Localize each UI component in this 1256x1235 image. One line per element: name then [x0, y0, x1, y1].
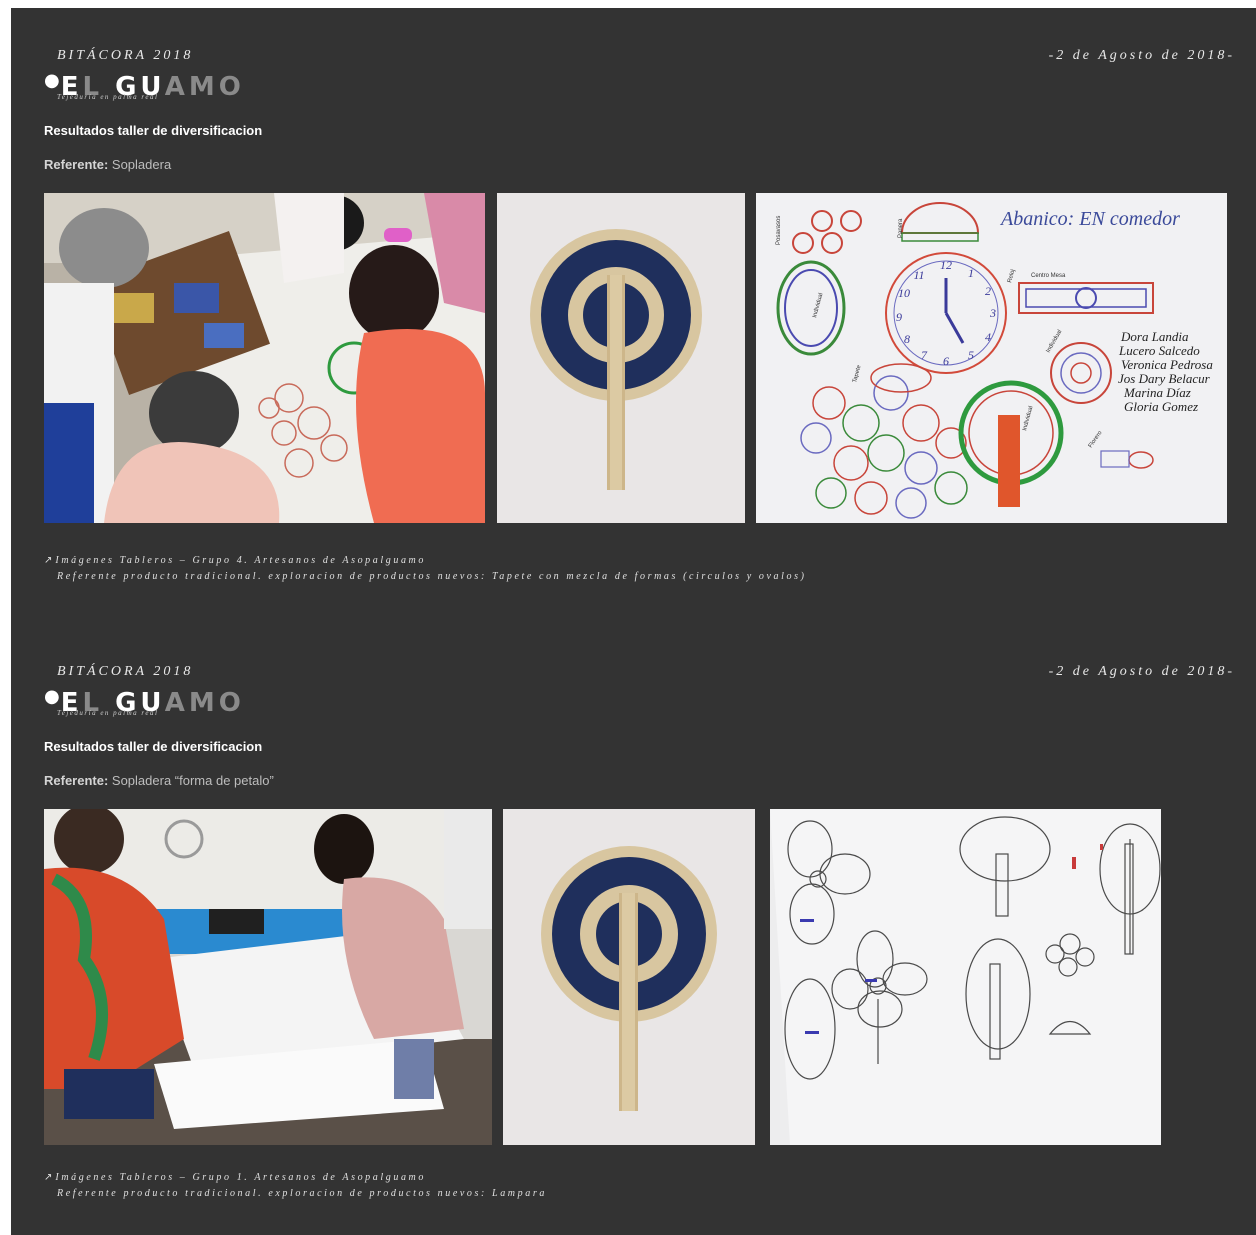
- logo-tagline: Tejeduría en palma real: [57, 709, 159, 717]
- photo-caption: ↗ Imágenes Tableros – Grupo 1. Artesanos …: [44, 1170, 547, 1202]
- caption-line-1: Imágenes Tableros – Grupo 4. Artesanos d…: [55, 555, 426, 566]
- section-1: BITÁCORA 2018 ●EL GUAMO Tejeduría en palm…: [11, 8, 1256, 624]
- fan-photo: [503, 809, 755, 1145]
- caption-line-2: Referente producto tradicional. explorac…: [57, 1188, 547, 1199]
- svg-text:11: 11: [913, 268, 924, 282]
- board-name-3: Veronica Pedrosa: [1121, 357, 1213, 372]
- svg-text:6: 6: [943, 354, 949, 368]
- workshop-photo: [44, 193, 485, 523]
- date-label: -2 de Agosto de 2018-: [1048, 664, 1235, 679]
- referente-line: Referente: Sopladera: [44, 157, 171, 172]
- logbook-title: BITÁCORA 2018: [57, 48, 194, 63]
- referente-value: Sopladera: [108, 157, 172, 172]
- svg-text:12: 12: [940, 258, 952, 272]
- date-label: -2 de Agosto de 2018-: [1048, 48, 1235, 63]
- svg-text:9: 9: [896, 310, 902, 324]
- referente-label: Referente:: [44, 157, 109, 172]
- svg-text:3: 3: [989, 306, 996, 320]
- section-title: Resultados taller de diversificacion: [44, 123, 263, 138]
- caption-line-1: Imágenes Tableros – Grupo 1. Artesanos d…: [55, 1172, 426, 1183]
- section-title: Resultados taller de diversificacion: [44, 739, 263, 754]
- svg-text:Centro Mesa: Centro Mesa: [1031, 273, 1066, 279]
- svg-text:4: 4: [985, 330, 991, 344]
- svg-text:10: 10: [898, 286, 910, 300]
- referente-line: Referente: Sopladera “forma de petalo”: [44, 773, 274, 788]
- svg-text:5: 5: [968, 348, 974, 362]
- svg-text:7: 7: [921, 348, 928, 362]
- logo-dot-icon: ●: [44, 70, 60, 91]
- north-east-arrow-icon: ↗: [44, 555, 53, 566]
- logo-dot-icon: ●: [44, 686, 60, 707]
- board-name-4: Jos Dary Belacur: [1118, 371, 1211, 386]
- svg-text:2: 2: [985, 284, 991, 298]
- workshop-photo: [44, 809, 492, 1145]
- board-name-1: Dora Landia: [1120, 329, 1189, 344]
- photo-caption: ↗ Imágenes Tableros – Grupo 4. Artesanos …: [44, 553, 807, 585]
- design-board-photo: Abanico: EN comedor 12 1 2 3 4 5 6 7 8 9…: [756, 193, 1227, 523]
- board-name-6: Gloria Gomez: [1124, 399, 1198, 414]
- svg-text:8: 8: [904, 332, 910, 346]
- svg-text:1: 1: [968, 266, 974, 280]
- north-east-arrow-icon: ↗: [44, 1172, 53, 1183]
- caption-line-2: Referente producto tradicional. explorac…: [57, 571, 807, 582]
- board-heading: Abanico: EN comedor: [999, 208, 1180, 230]
- logbook-title: BITÁCORA 2018: [57, 664, 194, 679]
- referente-value: Sopladera “forma de petalo”: [108, 773, 274, 788]
- section-2: BITÁCORA 2018 ●EL GUAMO Tejeduría en palm…: [11, 624, 1256, 1235]
- lamp-sketch-photo: [770, 809, 1161, 1145]
- svg-text:Panera: Panera: [898, 218, 904, 238]
- logo-tagline: Tejeduría en palma real: [57, 93, 159, 101]
- board-name-5: Marina Díaz: [1123, 385, 1191, 400]
- page-sheet: BITÁCORA 2018 ●EL GUAMO Tejeduría en palm…: [11, 8, 1256, 1235]
- fan-photo: [497, 193, 745, 523]
- referente-label: Referente:: [44, 773, 109, 788]
- board-name-2: Lucero Salcedo: [1118, 343, 1200, 358]
- svg-text:Posavasos: Posavasos: [776, 216, 782, 245]
